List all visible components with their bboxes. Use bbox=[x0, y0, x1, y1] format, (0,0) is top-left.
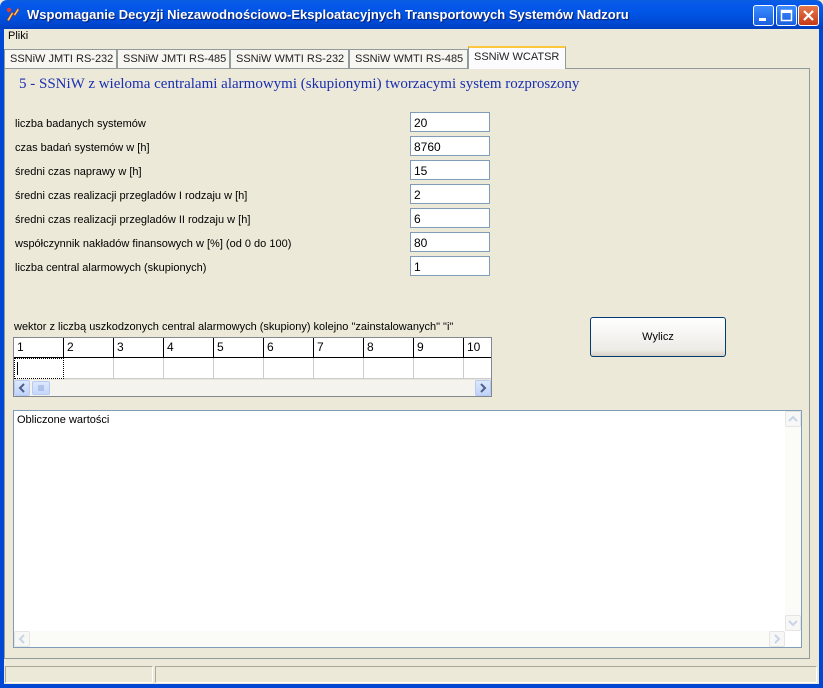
window-title: Wspomaganie Decyzji Niezawodnościowo-Eks… bbox=[27, 7, 629, 22]
field-label-inspection1-time: średni czas realizacji przegladów I rodz… bbox=[15, 190, 248, 202]
scroll-down-button[interactable] bbox=[785, 615, 801, 631]
status-panel bbox=[155, 666, 817, 683]
close-icon bbox=[803, 10, 814, 21]
repair-time-input[interactable] bbox=[410, 160, 490, 180]
field-label-test-time: czas badań systemów w [h] bbox=[15, 142, 150, 154]
app-icon bbox=[6, 7, 20, 22]
scroll-thumb[interactable] bbox=[32, 381, 50, 395]
results-horizontal-scrollbar[interactable] bbox=[14, 631, 785, 647]
grip-icon bbox=[38, 385, 44, 391]
title-bar[interactable]: Wspomaganie Decyzji Niezawodnościowo-Eks… bbox=[0, 0, 823, 29]
grid-row bbox=[14, 358, 491, 379]
grid-cell[interactable] bbox=[464, 358, 491, 379]
text-caret bbox=[17, 362, 18, 375]
scroll-right-button[interactable] bbox=[769, 631, 785, 647]
grid-cell[interactable] bbox=[114, 358, 164, 379]
test-time-input[interactable] bbox=[410, 136, 490, 156]
inspection1-time-input[interactable] bbox=[410, 184, 490, 204]
chevron-left-icon bbox=[18, 634, 25, 644]
menu-item-pliki[interactable]: Pliki bbox=[8, 30, 28, 42]
status-panel bbox=[5, 666, 153, 683]
grid-header-cell: 9 bbox=[414, 338, 464, 358]
close-button[interactable] bbox=[798, 5, 819, 26]
calculate-button[interactable]: Wylicz bbox=[590, 317, 726, 357]
tab-wcatsr[interactable]: SSNiW WCATSR bbox=[468, 46, 566, 69]
inspection2-time-input[interactable] bbox=[410, 208, 490, 228]
tab-wmti-rs232[interactable]: SSNiW WMTI RS-232 bbox=[230, 49, 349, 68]
minimize-button[interactable] bbox=[753, 5, 774, 26]
field-label-inspection2-time: średni czas realizacji przegladów II rod… bbox=[15, 214, 251, 226]
grid-cell[interactable] bbox=[414, 358, 464, 379]
grid-header-cell: 2 bbox=[64, 338, 114, 358]
grid-header-cell: 5 bbox=[214, 338, 264, 358]
grid-header: 1 2 3 4 5 6 7 8 9 10 bbox=[14, 338, 491, 358]
grid-header-cell: 1 bbox=[14, 338, 64, 358]
grid-header-cell: 3 bbox=[114, 338, 164, 358]
field-label-repair-time: średni czas naprawy w [h] bbox=[15, 166, 142, 178]
field-label-alarm-centrals-count: liczba central alarmowych (skupionych) bbox=[15, 262, 207, 274]
results-textarea[interactable]: Obliczone wartości bbox=[13, 410, 802, 648]
chevron-left-icon bbox=[18, 383, 25, 393]
grid-cell[interactable] bbox=[214, 358, 264, 379]
chevron-right-icon bbox=[480, 383, 487, 393]
window-frame-right bbox=[819, 29, 823, 688]
grid-cell[interactable] bbox=[314, 358, 364, 379]
grid-header-cell: 4 bbox=[164, 338, 214, 358]
chevron-right-icon bbox=[774, 634, 781, 644]
field-label-financial-coefficient: współczynnik nakładów finansowych w [%] … bbox=[15, 238, 292, 250]
grid-cell[interactable] bbox=[164, 358, 214, 379]
window-frame-bottom bbox=[0, 684, 823, 688]
alarm-centrals-count-input[interactable] bbox=[410, 256, 490, 276]
financial-coefficient-input[interactable] bbox=[410, 232, 490, 252]
grid-cell[interactable] bbox=[14, 358, 64, 379]
scroll-up-button[interactable] bbox=[785, 411, 801, 427]
tab-wmti-rs485[interactable]: SSNiW WMTI RS-485 bbox=[349, 49, 468, 68]
tab-jmti-rs232[interactable]: SSNiW JMTI RS-232 bbox=[4, 49, 117, 68]
results-text: Obliczone wartości bbox=[17, 414, 110, 426]
grid-cell[interactable] bbox=[364, 358, 414, 379]
systems-count-input[interactable] bbox=[410, 112, 490, 132]
vector-label: wektor z liczbą uszkodzonych central ala… bbox=[14, 321, 454, 333]
chevron-down-icon bbox=[788, 620, 798, 627]
grid-header-cell: 10 bbox=[464, 338, 491, 358]
grid-cell[interactable] bbox=[264, 358, 314, 379]
status-bar bbox=[4, 664, 819, 684]
grid-cell[interactable] bbox=[64, 358, 114, 379]
minimize-icon bbox=[759, 18, 766, 21]
scroll-right-button[interactable] bbox=[475, 380, 491, 396]
grid-header-cell: 7 bbox=[314, 338, 364, 358]
scroll-left-button[interactable] bbox=[14, 631, 30, 647]
results-vertical-scrollbar[interactable] bbox=[785, 411, 801, 631]
field-label-systems-count: liczba badanych systemów bbox=[15, 118, 146, 130]
vector-grid[interactable]: 1 2 3 4 5 6 7 8 9 10 bbox=[13, 337, 492, 397]
scroll-left-button[interactable] bbox=[14, 380, 30, 396]
panel-heading: 5 - SSNiW z wieloma centralami alarmowym… bbox=[19, 76, 580, 92]
tab-jmti-rs485[interactable]: SSNiW JMTI RS-485 bbox=[117, 49, 230, 68]
grid-horizontal-scrollbar[interactable] bbox=[14, 379, 491, 396]
grid-header-cell: 6 bbox=[264, 338, 314, 358]
grid-header-cell: 8 bbox=[364, 338, 414, 358]
chevron-up-icon bbox=[788, 415, 798, 422]
menu-bar: Pliki bbox=[4, 29, 819, 45]
maximize-button[interactable] bbox=[776, 5, 797, 26]
maximize-icon bbox=[780, 9, 793, 22]
